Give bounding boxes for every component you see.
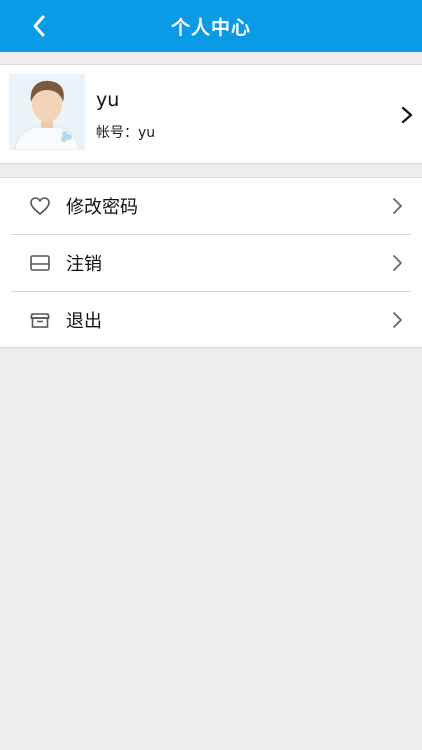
menu-item-exit[interactable]: 退出 bbox=[0, 292, 422, 348]
back-button[interactable] bbox=[24, 11, 54, 41]
account-info: 帐号：yu bbox=[96, 122, 155, 142]
profile-card[interactable]: yu 帐号：yu bbox=[0, 64, 422, 164]
top-app-bar: 个人中心 bbox=[0, 0, 422, 52]
account-value: yu bbox=[138, 125, 156, 141]
chevron-left-icon bbox=[33, 15, 45, 37]
menu-item-label: 修改密码 bbox=[66, 197, 138, 218]
card-icon bbox=[30, 255, 50, 271]
menu-item-logout[interactable]: 注销 bbox=[0, 235, 422, 291]
avatar bbox=[9, 74, 85, 150]
chevron-right-icon bbox=[393, 198, 402, 214]
heart-icon bbox=[30, 197, 50, 215]
user-name: yu bbox=[96, 89, 120, 111]
page-title: 个人中心 bbox=[170, 16, 251, 39]
menu-item-label: 注销 bbox=[66, 254, 102, 275]
menu-item-label: 退出 bbox=[66, 311, 102, 332]
account-label: 帐号： bbox=[96, 125, 138, 141]
chevron-right-icon bbox=[401, 106, 413, 124]
menu-item-change-password[interactable]: 修改密码 bbox=[0, 178, 422, 234]
box-icon bbox=[30, 313, 50, 328]
menu-list: 修改密码 注销 退出 bbox=[0, 177, 422, 348]
chevron-right-icon bbox=[393, 255, 402, 271]
chevron-right-icon bbox=[393, 312, 402, 328]
